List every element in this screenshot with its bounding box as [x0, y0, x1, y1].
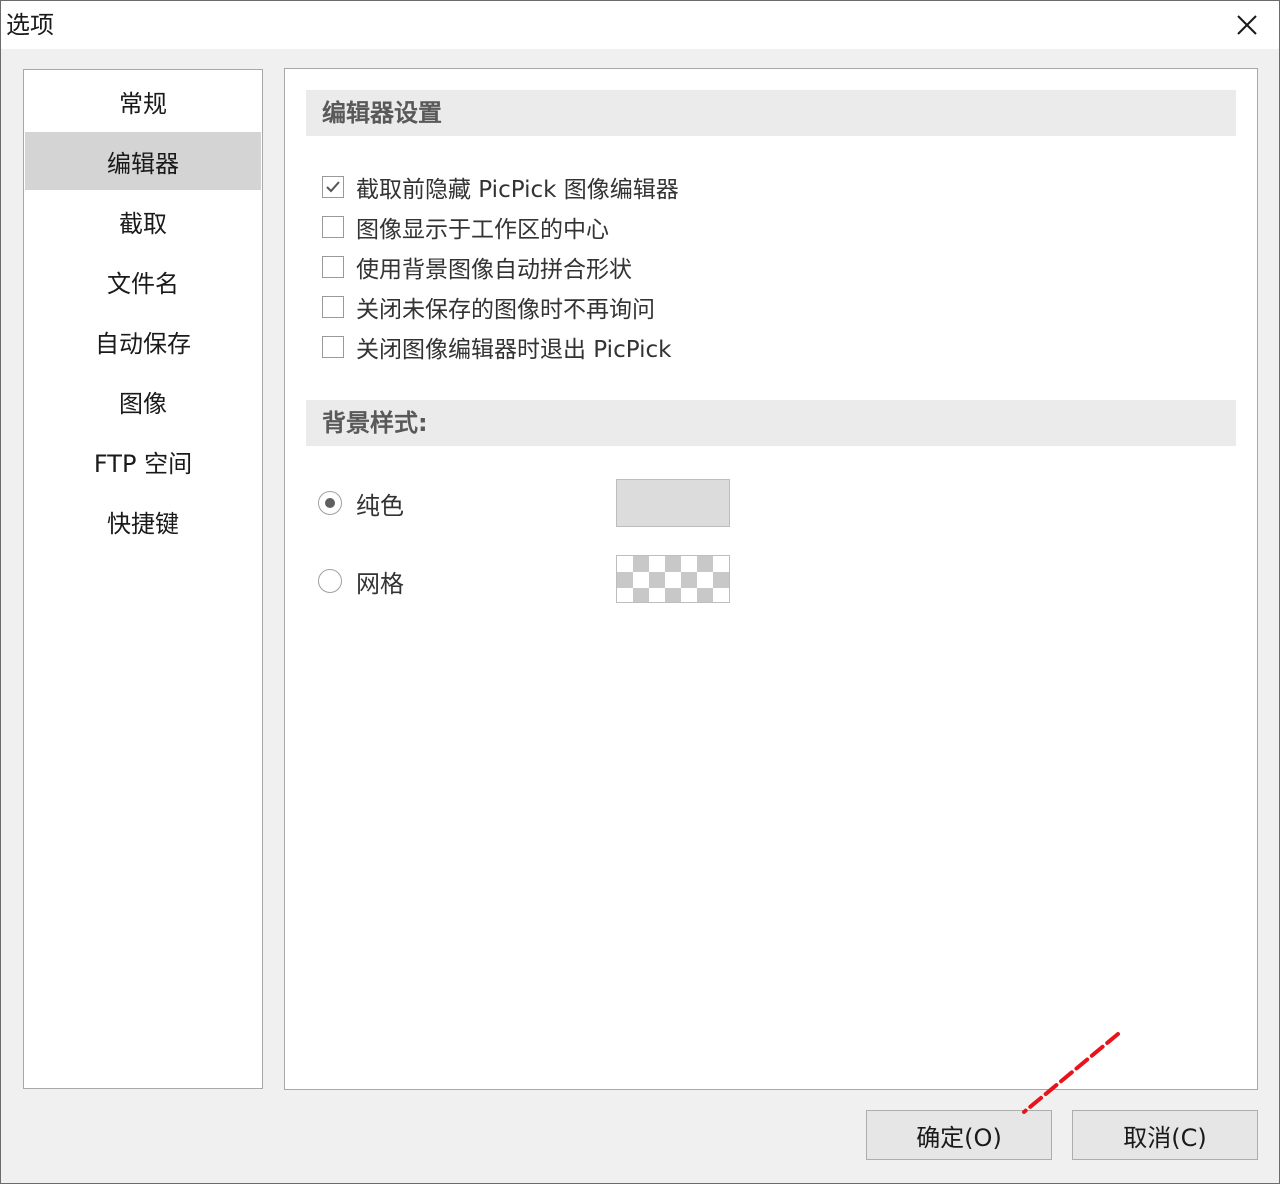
checkbox[interactable]	[322, 296, 344, 318]
checkbox-label: 截取前隐藏 PicPick 图像编辑器	[356, 177, 679, 203]
sidebar-item-hotkeys[interactable]: 快捷键	[25, 492, 261, 550]
close-icon	[1237, 15, 1257, 35]
solid-color-option[interactable]: 纯色	[318, 483, 404, 523]
no-ask-unsaved-option[interactable]: 关闭未保存的图像时不再询问	[322, 290, 655, 324]
sidebar-item-label: 快捷键	[107, 509, 179, 538]
checkbox-label: 图像显示于工作区的中心	[356, 217, 609, 243]
sidebar-item-label: 常规	[119, 89, 167, 118]
sidebar-item-filename[interactable]: 文件名	[25, 252, 261, 310]
window-title: 选项	[6, 11, 54, 39]
checkbox[interactable]	[322, 256, 344, 278]
sidebar-item-autosave[interactable]: 自动保存	[25, 312, 261, 370]
radio-label: 纯色	[356, 491, 404, 520]
radio-label: 网格	[356, 569, 404, 598]
title-bar: 选项	[1, 1, 1279, 49]
checkmark-icon	[326, 181, 340, 193]
close-button[interactable]	[1215, 1, 1279, 49]
grid-option[interactable]: 网格	[318, 561, 404, 601]
sidebar-item-label: 图像	[119, 389, 167, 418]
hide-editor-before-capture-option[interactable]: 截取前隐藏 PicPick 图像编辑器	[322, 170, 679, 204]
background-style-header: 背景样式:	[306, 400, 1236, 446]
options-sidebar: 常规 编辑器 截取 文件名 自动保存 图像 FTP 空间 快捷键	[23, 69, 263, 1089]
checkbox-label: 使用背景图像自动拼合形状	[356, 257, 632, 283]
checkbox[interactable]	[322, 336, 344, 358]
sidebar-item-label: 截取	[119, 209, 167, 238]
sidebar-item-editor[interactable]: 编辑器	[25, 132, 261, 190]
flatten-shapes-option[interactable]: 使用背景图像自动拼合形状	[322, 250, 632, 284]
editor-settings-panel: 编辑器设置 截取前隐藏 PicPick 图像编辑器 图像显示于工作区的中心 使用…	[284, 68, 1258, 1090]
sidebar-item-image[interactable]: 图像	[25, 372, 261, 430]
sidebar-item-label: FTP 空间	[93, 449, 193, 478]
radio-button[interactable]	[318, 569, 342, 593]
solid-color-swatch[interactable]	[616, 479, 730, 527]
sidebar-item-general[interactable]: 常规	[25, 72, 261, 130]
checkbox-label: 关闭图像编辑器时退出 PicPick	[356, 337, 672, 363]
sidebar-item-capture[interactable]: 截取	[25, 192, 261, 250]
checkbox-label: 关闭未保存的图像时不再询问	[356, 297, 655, 323]
sidebar-item-ftp[interactable]: FTP 空间	[25, 432, 261, 490]
sidebar-item-label: 自动保存	[95, 329, 191, 358]
center-image-option[interactable]: 图像显示于工作区的中心	[322, 210, 609, 244]
checkbox[interactable]	[322, 216, 344, 238]
radio-selected-dot	[325, 498, 335, 508]
sidebar-item-label: 文件名	[107, 269, 179, 298]
arrow-annotation-icon	[1022, 1032, 1120, 1114]
exit-on-close-option[interactable]: 关闭图像编辑器时退出 PicPick	[322, 330, 671, 364]
radio-button[interactable]	[318, 491, 342, 515]
sidebar-item-label: 编辑器	[107, 149, 179, 178]
editor-settings-header: 编辑器设置	[306, 90, 1236, 136]
checkbox[interactable]	[322, 176, 344, 198]
grid-pattern-swatch[interactable]	[616, 555, 730, 603]
